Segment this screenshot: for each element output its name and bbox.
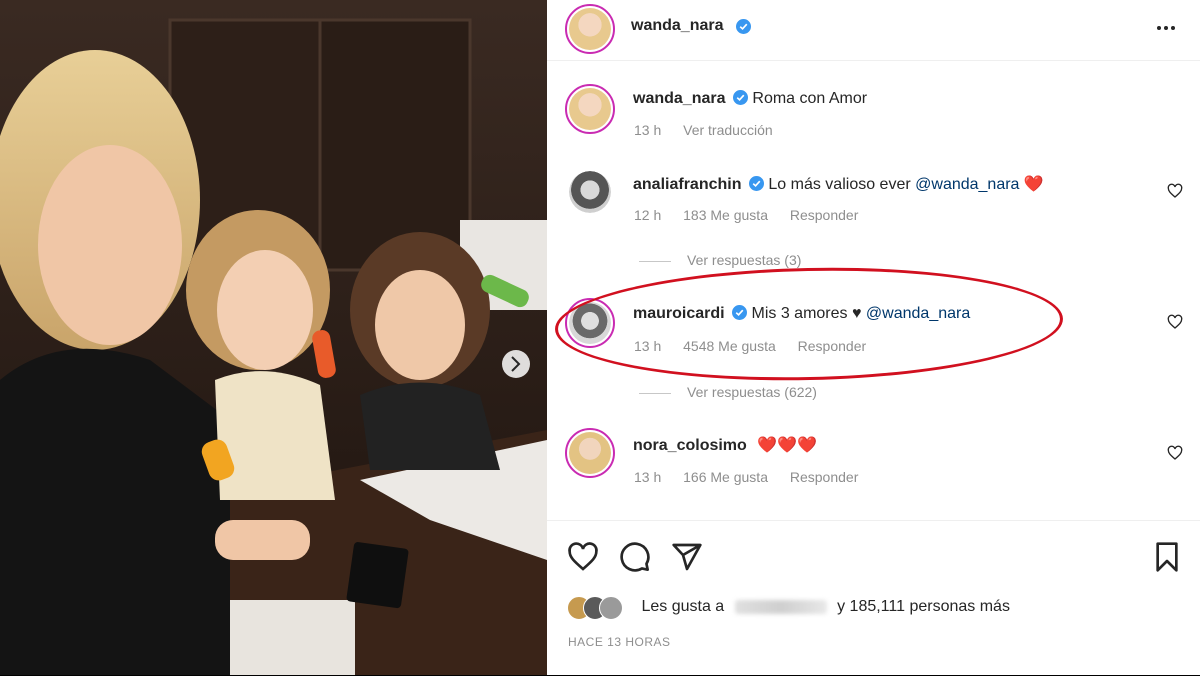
comment-meta: 13 h 166 Me gusta Responder [634,469,876,485]
verified-badge-icon [748,176,764,191]
commenter-avatar[interactable] [569,171,611,213]
commenter-avatar[interactable] [565,428,615,478]
comment-username[interactable]: analiafranchin [633,176,741,193]
comment-username[interactable]: nora_colosimo [633,437,747,454]
likes-count[interactable]: y 185,111 personas más [837,598,1010,615]
post-actions: Les gusta a y 185,111 personas más HACE … [547,520,1200,676]
caption-avatar[interactable] [565,84,615,134]
verified-badge-icon [732,90,748,105]
comment-3: nora_colosimo ❤️❤️❤️ [633,435,817,455]
translate-link[interactable]: Ver traducción [683,122,773,138]
more-horizontal-icon[interactable] [1154,16,1178,40]
author-username[interactable]: wanda_nara [631,17,723,35]
like-comment-heart-icon[interactable] [1167,183,1183,199]
post-header: wanda_nara [547,0,1200,61]
reply-button[interactable]: Responder [790,469,859,485]
comment-time: 13 h [634,469,662,485]
comment-text: Lo más valioso ever [768,176,911,193]
comment-likes[interactable]: 183 Me gusta [683,207,768,223]
caption-text: Roma con Amor [752,90,868,107]
blurred-username [734,600,827,614]
post-timestamp: HACE 13 HORAS [568,635,671,649]
comment-1: analiafranchin Lo más valioso ever @wand… [633,174,1044,194]
post-photo [0,0,547,675]
view-replies[interactable]: Ver respuestas (3) [639,252,801,268]
like-comment-heart-icon[interactable] [1167,445,1183,461]
hearts-emoji: ❤️❤️❤️ [757,437,818,454]
view-replies[interactable]: Ver respuestas (622) [639,384,817,400]
like-comment-heart-icon[interactable] [1167,314,1183,330]
likes-prefix: Les gusta a [641,598,725,616]
heart-emoji: ❤️ [1023,176,1044,193]
caption: wanda_nara Roma con Amor [633,90,867,108]
caption-time: 13 h [634,122,662,138]
comment-likes[interactable]: 166 Me gusta [683,469,768,485]
photo-illustration [0,0,547,675]
save-bookmark-icon[interactable] [1151,541,1183,573]
like-heart-icon[interactable] [567,541,599,573]
share-icon[interactable] [671,541,703,573]
likes-summary: Les gusta a y 185,111 personas más [567,595,1010,620]
caption-meta: 13 h Ver traducción [634,122,791,138]
comment-meta: 12 h 183 Me gusta Responder [634,207,876,223]
comment-icon[interactable] [619,541,651,573]
liker-avatars [567,595,637,620]
caption-username[interactable]: wanda_nara [633,90,725,107]
comment-time: 12 h [634,207,662,223]
author-avatar[interactable] [565,4,615,54]
verified-badge-icon [736,19,751,34]
reply-button[interactable]: Responder [790,207,859,223]
mention-link[interactable]: @wanda_nara [915,176,1019,193]
